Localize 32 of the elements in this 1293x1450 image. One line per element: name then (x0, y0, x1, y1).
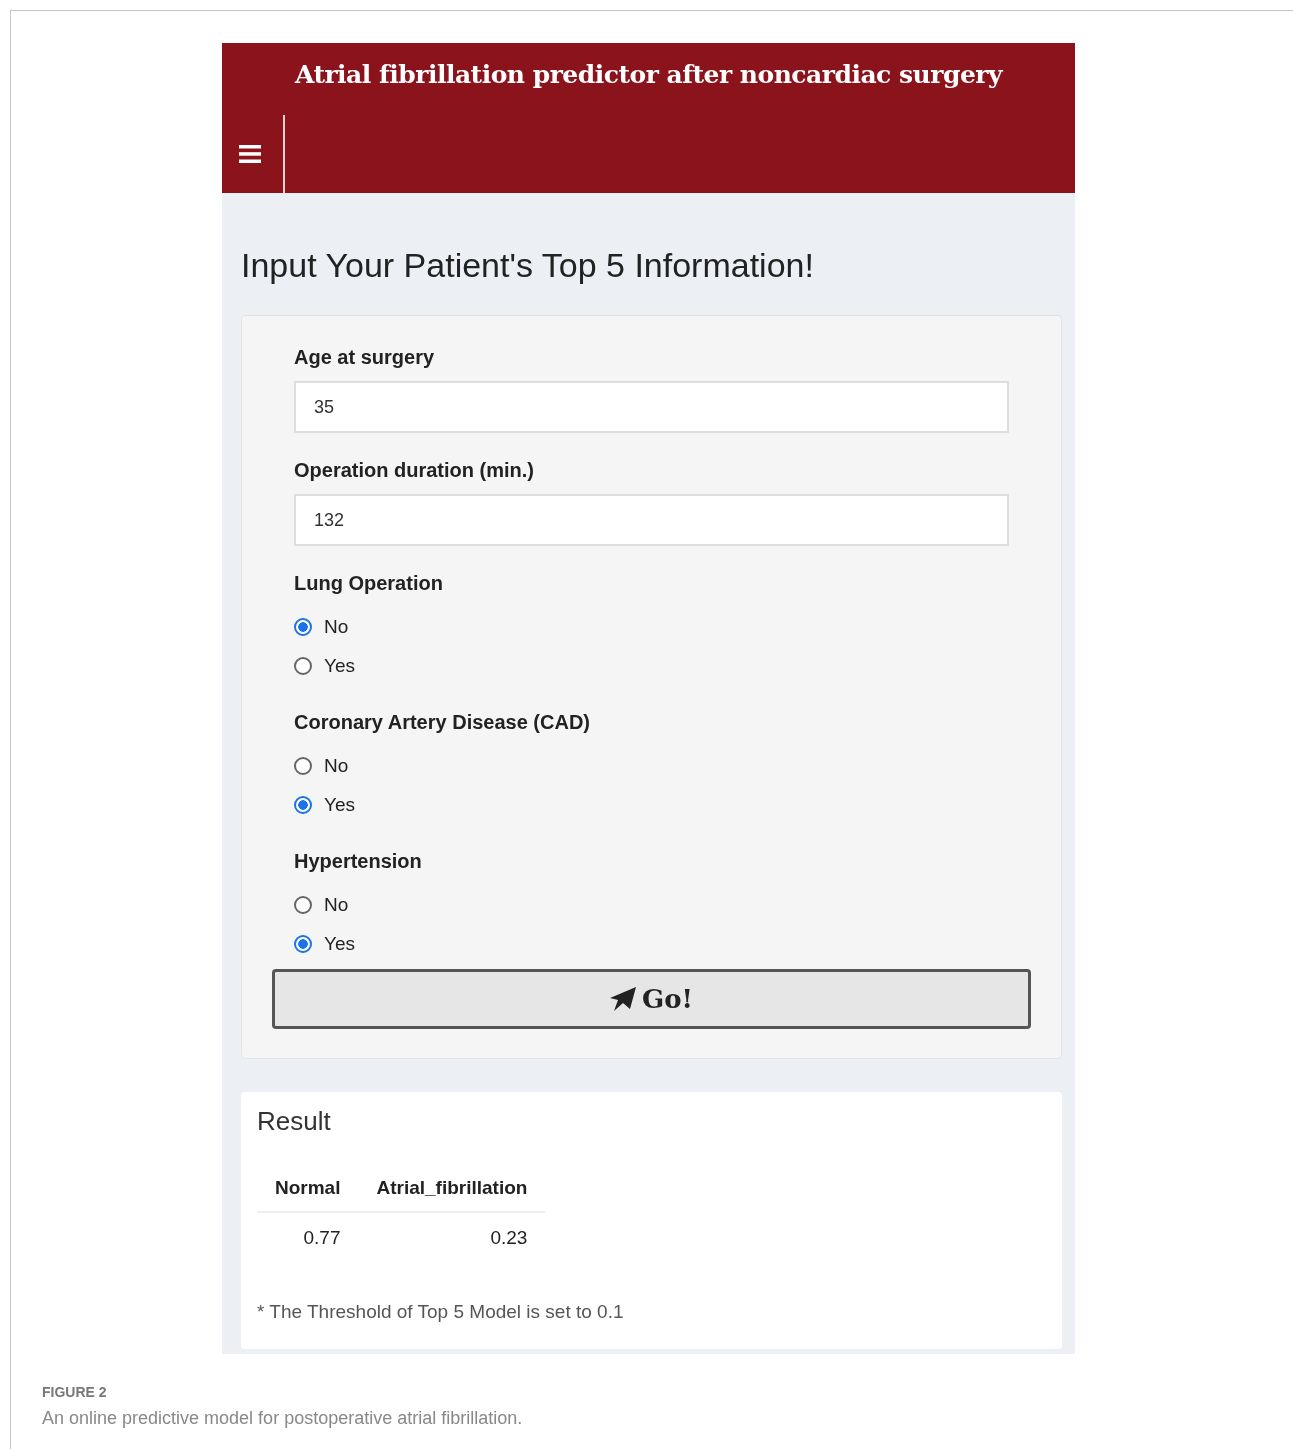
table-cell: 0.23 (358, 1212, 546, 1263)
radio-label[interactable]: No (324, 754, 349, 777)
table-cell: 0.77 (257, 1212, 359, 1263)
radio-group-label: Coronary Artery Disease (CAD) (294, 711, 590, 733)
radio-button[interactable] (294, 656, 312, 675)
input-field[interactable]: 35 (294, 381, 1009, 433)
app-title: Atrial fibrillation predictor after noncardiac surgery (293, 59, 1004, 91)
result-title: Result (257, 1106, 332, 1137)
input-field[interactable]: 132 (294, 494, 1009, 546)
radio-label[interactable]: Yes (324, 932, 355, 955)
menu-icon[interactable] (239, 145, 261, 163)
page-heading: Input Your Patient's Top 5 Information! (241, 246, 815, 285)
radio-label[interactable]: No (324, 893, 349, 916)
radio-group-label: Hypertension (294, 850, 422, 872)
radio-button[interactable] (294, 795, 312, 814)
radio-button[interactable] (294, 895, 312, 914)
radio-label[interactable]: Yes (324, 654, 355, 677)
column-header: Atrial_fibrillation (358, 1177, 546, 1212)
go-button[interactable]: Go! (272, 969, 1031, 1029)
threshold-note: * The Threshold of Top 5 Model is set to 0.1 (257, 1301, 625, 1323)
figure-caption: An online predictive model for postoperative atrial fibrillation. (42, 1408, 524, 1429)
field-label: Age at surgery (294, 346, 435, 368)
column-header: Normal (257, 1177, 359, 1212)
field-label: Operation duration (min.) (294, 459, 534, 481)
figure-label: FIGURE 2 (42, 1384, 108, 1400)
radio-button[interactable] (294, 934, 312, 953)
radio-label[interactable]: No (324, 615, 349, 638)
radio-button[interactable] (294, 756, 312, 775)
radio-label[interactable]: Yes (324, 793, 355, 816)
paper-plane-icon (610, 987, 636, 1011)
radio-button[interactable] (294, 617, 312, 636)
radio-group-label: Lung Operation (294, 572, 443, 594)
